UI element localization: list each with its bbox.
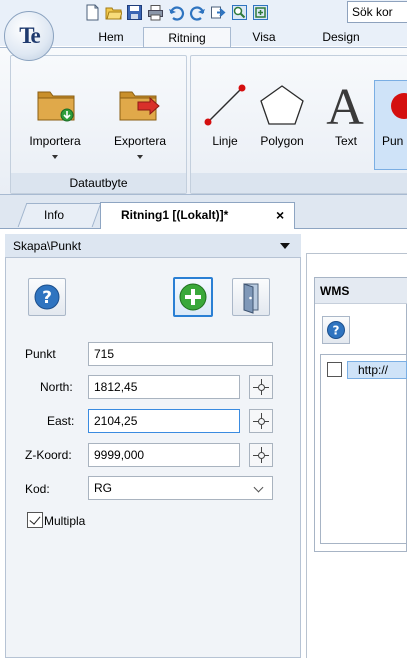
wms-list: [320, 354, 407, 544]
add-point-button[interactable]: [173, 277, 213, 317]
text-button[interactable]: Text: [326, 134, 366, 148]
multipla-label: Multipla: [44, 514, 86, 528]
point-button-label: Pun: [382, 134, 404, 148]
panel-title: Skapa\Punkt: [13, 239, 82, 253]
east-pick-button[interactable]: [249, 409, 273, 433]
zoom-window-icon[interactable]: [231, 4, 248, 21]
wms-list-item[interactable]: http://: [347, 361, 407, 379]
north-label: North:: [40, 380, 73, 394]
svg-text:?: ?: [333, 324, 340, 338]
new-document-icon[interactable]: [84, 4, 101, 21]
help-icon: ?: [34, 284, 60, 310]
line-icon[interactable]: [202, 82, 248, 128]
wms-help-button[interactable]: ?: [322, 316, 350, 344]
import-folder-icon[interactable]: [36, 86, 76, 122]
help-button[interactable]: ?: [28, 278, 66, 316]
kod-label: Kod:: [25, 482, 50, 496]
polygon-icon[interactable]: [259, 84, 305, 126]
z-pick-button[interactable]: [249, 443, 273, 467]
open-folder-icon[interactable]: [105, 4, 122, 21]
svg-text:A: A: [326, 80, 364, 128]
divider: [306, 253, 407, 254]
east-input[interactable]: 2104,25: [88, 409, 240, 433]
tab-ritning[interactable]: Ritning: [143, 27, 231, 48]
import-button[interactable]: Importera: [20, 134, 90, 148]
import-dropdown-arrow[interactable]: [52, 155, 58, 159]
kod-select[interactable]: RG: [88, 476, 273, 500]
export-button[interactable]: Exportera: [104, 134, 176, 148]
exit-button[interactable]: [232, 278, 270, 316]
door-exit-icon: [243, 283, 259, 314]
app-menu-button[interactable]: Te: [4, 11, 54, 61]
punkt-label: Punkt: [25, 347, 56, 361]
polygon-button[interactable]: Polygon: [253, 134, 311, 148]
tab-design[interactable]: Design: [315, 27, 367, 47]
z-input[interactable]: 9999,000: [88, 443, 240, 467]
tab-hem[interactable]: Hem: [90, 27, 132, 47]
panel-dropdown-icon[interactable]: [280, 243, 290, 249]
wms-title: WMS: [320, 284, 350, 298]
export-icon[interactable]: [210, 4, 227, 21]
divider: [306, 253, 307, 658]
export-folder-icon[interactable]: [118, 86, 160, 122]
ribbon-group-label-strip: [191, 173, 407, 193]
export-dropdown-arrow[interactable]: [137, 155, 143, 159]
tab-ritning1-label: Ritning1 [(Lokalt)]*: [121, 208, 229, 222]
close-tab-icon[interactable]: ×: [276, 208, 284, 222]
undo-icon[interactable]: [168, 4, 185, 21]
wms-item-checkbox[interactable]: [327, 362, 342, 377]
print-icon[interactable]: [147, 4, 164, 21]
point-icon: [391, 93, 407, 119]
text-icon[interactable]: A: [324, 80, 366, 128]
tab-info-label: Info: [44, 208, 65, 222]
zoom-extent-icon[interactable]: [252, 4, 269, 21]
help-icon: ?: [327, 321, 345, 339]
search-input[interactable]: Sök kor: [347, 1, 407, 23]
east-label: East:: [47, 414, 75, 428]
punkt-input[interactable]: 715: [88, 342, 273, 366]
north-pick-button[interactable]: [249, 375, 273, 399]
north-input[interactable]: 1812,45: [88, 375, 240, 399]
ribbon-group-label: Datautbyte: [11, 173, 186, 193]
save-icon[interactable]: [126, 4, 143, 21]
svg-text:?: ?: [42, 288, 52, 308]
add-icon: [179, 283, 207, 311]
multipla-checkbox[interactable]: [27, 512, 43, 528]
z-label: Z-Koord:: [25, 448, 72, 462]
tab-visa[interactable]: Visa: [243, 27, 285, 47]
redo-icon[interactable]: [189, 4, 206, 21]
line-button[interactable]: Linje: [200, 134, 250, 148]
